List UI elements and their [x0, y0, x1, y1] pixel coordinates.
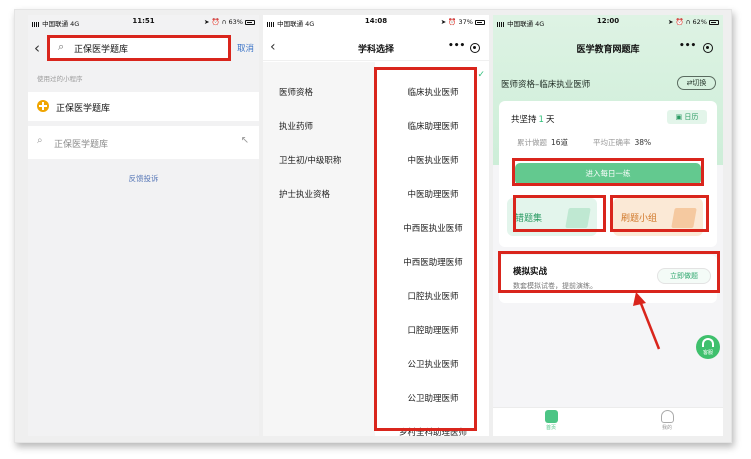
persist-prefix: 共坚持 [511, 115, 537, 125]
nav-bar: ‹ 学科选择 ••• [263, 35, 489, 61]
customer-service-label: 客服 [702, 350, 713, 356]
battery-status: ➤ ⏰ 37% [441, 18, 485, 26]
persist-days: 共坚持 1 天 [511, 113, 554, 125]
battery-icon [475, 20, 485, 25]
fill-arrow-icon[interactable]: ↖ [241, 135, 249, 146]
highlight-wrong-questions [513, 195, 606, 232]
tab-bar: 首页 我的 [493, 407, 723, 436]
highlight-search-box [47, 35, 231, 61]
tab-mine[interactable]: 我的 [647, 410, 687, 431]
nav-bar: 医学教育网题库 ••• [493, 35, 723, 61]
back-chevron-icon[interactable]: ‹ [34, 39, 40, 57]
suggestion-label: 正保医学题库 [54, 140, 109, 150]
target-icon[interactable] [470, 43, 480, 53]
home-icon [544, 410, 558, 423]
calendar-button[interactable]: ▣ 日历 [667, 110, 707, 124]
selected-check-icon: ✓ [477, 70, 485, 80]
stat-accuracy: 平均正确率 38% [593, 138, 652, 147]
category-item[interactable]: 医师资格 [279, 86, 313, 98]
battery-icon [709, 20, 719, 25]
highlight-drill-group [610, 195, 709, 232]
tab-home[interactable]: 首页 [531, 410, 571, 431]
category-item[interactable]: 护士执业资格 [279, 188, 330, 200]
more-dots-icon[interactable]: ••• [679, 41, 696, 51]
target-icon[interactable] [703, 43, 713, 53]
category-item[interactable]: 卫生初/中级职称 [279, 154, 341, 166]
battery-status: ➤ ⏰ ∩ 62% [668, 18, 719, 26]
calendar-icon: ▣ [675, 113, 683, 121]
battery-status: ➤ ⏰ ∩ 63% [204, 18, 255, 26]
cancel-button[interactable]: 取消 [237, 42, 254, 54]
tab-mine-label: 我的 [661, 425, 672, 431]
mini-program-logo-icon [37, 100, 49, 112]
calendar-label: 日历 [684, 113, 699, 121]
feedback-link[interactable]: 反馈投诉 [28, 173, 259, 184]
tab-home-label: 首页 [545, 425, 556, 431]
persist-suffix: 天 [545, 115, 555, 125]
highlight-daily-practice [512, 158, 704, 186]
recent-mini-program-item[interactable]: 正保医学题库 [28, 92, 259, 121]
profile-icon [660, 410, 674, 423]
recent-section-label: 使用过的小程序 [37, 75, 83, 83]
switch-subject-button[interactable]: ⇄切换 [677, 76, 716, 90]
category-item[interactable]: 执业药师 [279, 120, 313, 132]
recent-item-label: 正保医学题库 [56, 104, 111, 114]
category-list: 医师资格 执业药师 卫生初/中级职称 护士执业资格 [263, 62, 375, 436]
current-subject: 医师资格–临床执业医师 [501, 80, 591, 90]
battery-icon [245, 20, 255, 25]
stat-questions-done: 累计做题 16道 [517, 138, 569, 147]
status-bar: 中国联通 4G 12:00 ➤ ⏰ ∩ 62% [493, 15, 723, 29]
status-bar: 中国联通 4G 11:51 ➤ ⏰ ∩ 63% [28, 15, 259, 29]
customer-service-button[interactable]: 客服 [696, 335, 720, 359]
search-icon: ⌕ [37, 135, 43, 146]
search-suggestion-item[interactable]: ⌕ 正保医学题库 ↖ [28, 126, 259, 159]
highlight-subject-list [374, 67, 477, 431]
more-dots-icon[interactable]: ••• [448, 41, 465, 51]
highlight-mock-exam [498, 251, 720, 293]
phone-search-screen: 中国联通 4G 11:51 ➤ ⏰ ∩ 63% ‹ ⌕ 正保医学题库 取消 使用… [28, 15, 259, 436]
headset-icon [702, 338, 714, 347]
persist-days-count: 1 [538, 115, 544, 125]
status-bar: 中国联通 4G 14:08 ➤ ⏰ 37% [263, 15, 489, 29]
